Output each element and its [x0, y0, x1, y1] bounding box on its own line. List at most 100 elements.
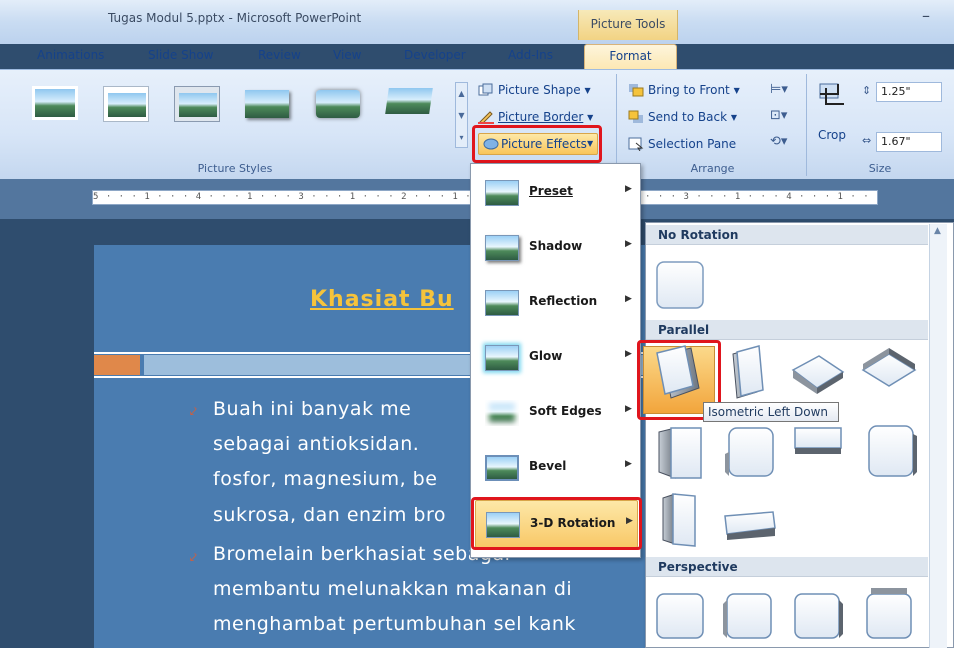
menu-item-label: Glow: [529, 349, 563, 363]
group-icon[interactable]: ⊡▾: [770, 108, 787, 123]
minimize-button[interactable]: –: [912, 6, 940, 26]
3d-rotation-highlight: [471, 497, 642, 550]
pencil-icon: [478, 110, 494, 125]
picture-shape-label: Picture Shape: [498, 83, 581, 97]
preset-thumbnail-icon: [485, 180, 519, 206]
height-input[interactable]: 1.25": [876, 82, 942, 102]
menu-item-bevel[interactable]: Bevel ▶: [475, 441, 638, 495]
picture-style-reflected[interactable]: [385, 86, 433, 122]
send-to-back-label: Send to Back: [648, 110, 728, 124]
picture-style-thick-matte[interactable]: [174, 86, 220, 122]
tab-add-ins[interactable]: Add-Ins: [508, 48, 553, 62]
bullet-icon: ⤦: [190, 404, 197, 418]
rotation-shapes: [656, 261, 917, 639]
picture-border-label: Picture Border: [498, 110, 584, 124]
height-icon: ⇕: [862, 84, 872, 97]
menu-item-preset[interactable]: Preset ▶: [475, 166, 638, 220]
menu-item-glow[interactable]: Glow ▶: [475, 331, 638, 385]
bullet-icon: ⤦: [190, 550, 197, 564]
perspective-below-shape[interactable]: [866, 588, 912, 639]
divider-accent: [94, 355, 140, 375]
submenu-arrow-icon: ▶: [625, 239, 632, 249]
tooltip: Isometric Left Down: [703, 402, 839, 422]
tab-animations[interactable]: Animations: [37, 48, 104, 62]
slide-text-line: sukrosa, dan enzim bro: [213, 504, 446, 526]
tab-view[interactable]: View: [333, 48, 361, 62]
perspective-right-shape[interactable]: [794, 593, 843, 639]
gallery-scrollbar[interactable]: ▲: [929, 224, 947, 648]
off-axis-1-left-shape[interactable]: [658, 427, 702, 479]
scroll-up-icon[interactable]: ▲: [934, 226, 941, 236]
gallery-scroll[interactable]: ▲ ▼ ▾: [455, 82, 468, 148]
off-axis-1-right-shape[interactable]: [725, 427, 774, 477]
group-separator: [806, 74, 807, 176]
off-axis-2-top-shape[interactable]: [724, 511, 776, 540]
slide-text-line: menghambat pertumbuhan sel kank: [213, 613, 576, 635]
soft-edges-thumbnail-icon: [485, 400, 519, 426]
off-axis-2-left-shape[interactable]: [868, 425, 917, 477]
menu-item-label: Preset: [529, 184, 573, 198]
bevel-thumbnail-icon: [485, 455, 519, 481]
group-separator: [616, 74, 617, 176]
menu-item-label: Soft Edges: [529, 404, 602, 418]
off-axis-1-top-shape[interactable]: [794, 427, 842, 454]
bring-to-front-icon: [628, 83, 644, 97]
picture-shape-icon: [478, 83, 494, 97]
menu-item-label: Shadow: [529, 239, 583, 253]
picture-style-simple-frame[interactable]: [32, 86, 78, 122]
tab-format[interactable]: Format: [584, 44, 677, 70]
align-icon[interactable]: ⊨▾: [770, 82, 788, 97]
bring-to-front-button[interactable]: Bring to Front ▼: [628, 80, 740, 100]
send-to-back-button[interactable]: Send to Back ▼: [628, 107, 737, 127]
menu-item-reflection[interactable]: Reflection ▶: [475, 276, 638, 330]
picture-shape-button[interactable]: Picture Shape ▼: [478, 80, 591, 100]
slide-text-line: membantu melunakkan makanan di: [213, 578, 573, 600]
arrange-group-label: Arrange: [690, 162, 735, 175]
isometric-right-up-shape[interactable]: [732, 345, 764, 399]
perspective-front-shape[interactable]: [656, 593, 704, 639]
isometric-top-up-shape[interactable]: [791, 355, 845, 394]
crop-icon[interactable]: [818, 82, 846, 108]
gallery-up-icon[interactable]: ▲: [456, 83, 467, 105]
selection-pane-button[interactable]: Selection Pane: [628, 134, 736, 154]
slide-text-line: Buah ini banyak me: [213, 398, 412, 420]
submenu-arrow-icon: ▶: [625, 459, 632, 469]
menu-item-label: Reflection: [529, 294, 598, 308]
rotate-icon[interactable]: ⟲▾: [770, 134, 787, 149]
picture-style-rounded-shadow[interactable]: [316, 86, 362, 122]
slide-title[interactable]: Khasiat Bu: [310, 287, 454, 312]
picture-tools-tab-group: Picture Tools: [578, 10, 678, 40]
menu-item-shadow[interactable]: Shadow ▶: [475, 221, 638, 275]
crop-label[interactable]: Crop: [818, 128, 846, 142]
tab-developer[interactable]: Developer: [404, 48, 466, 62]
submenu-arrow-icon: ▶: [625, 184, 632, 194]
gallery-more-icon[interactable]: ▾: [456, 127, 467, 149]
glow-thumbnail-icon: [485, 345, 519, 371]
perspective-left-shape[interactable]: [723, 593, 772, 639]
off-axis-2-right-shape[interactable]: [662, 493, 696, 547]
no-rotation-shape[interactable]: [656, 261, 704, 309]
width-input[interactable]: 1.67": [876, 132, 942, 152]
picture-styles-group-label: Picture Styles: [197, 162, 273, 175]
tab-slide-show[interactable]: Slide Show: [148, 48, 213, 62]
reflection-thumbnail-icon: [485, 290, 519, 316]
tab-review[interactable]: Review: [258, 48, 301, 62]
menu-item-label: Bevel: [529, 459, 567, 473]
ribbon-tabs: Animations Slide Show Review View Develo…: [0, 44, 954, 69]
picture-style-drop-shadow[interactable]: [245, 86, 291, 122]
picture-border-button[interactable]: Picture Border ▼: [478, 107, 593, 127]
submenu-arrow-icon: ▶: [625, 404, 632, 414]
submenu-arrow-icon: ▶: [625, 294, 632, 304]
bring-to-front-label: Bring to Front: [648, 83, 730, 97]
picture-style-white-frame[interactable]: [103, 86, 149, 122]
picture-effects-highlight: [472, 125, 602, 163]
slide-text-line: Bromelain berkhasiat sebagai: [213, 543, 511, 565]
slide-text-line: fosfor, magnesium, be: [213, 468, 438, 490]
isometric-top-down-shape[interactable]: [861, 348, 917, 387]
send-to-back-icon: [628, 110, 644, 124]
gallery-down-icon[interactable]: ▼: [456, 105, 467, 127]
selection-pane-label: Selection Pane: [648, 137, 737, 151]
slide-text-line: sebagai antioksidan.: [213, 433, 420, 455]
menu-item-soft-edges[interactable]: Soft Edges ▶: [475, 386, 638, 440]
selection-pane-icon: [628, 137, 644, 152]
